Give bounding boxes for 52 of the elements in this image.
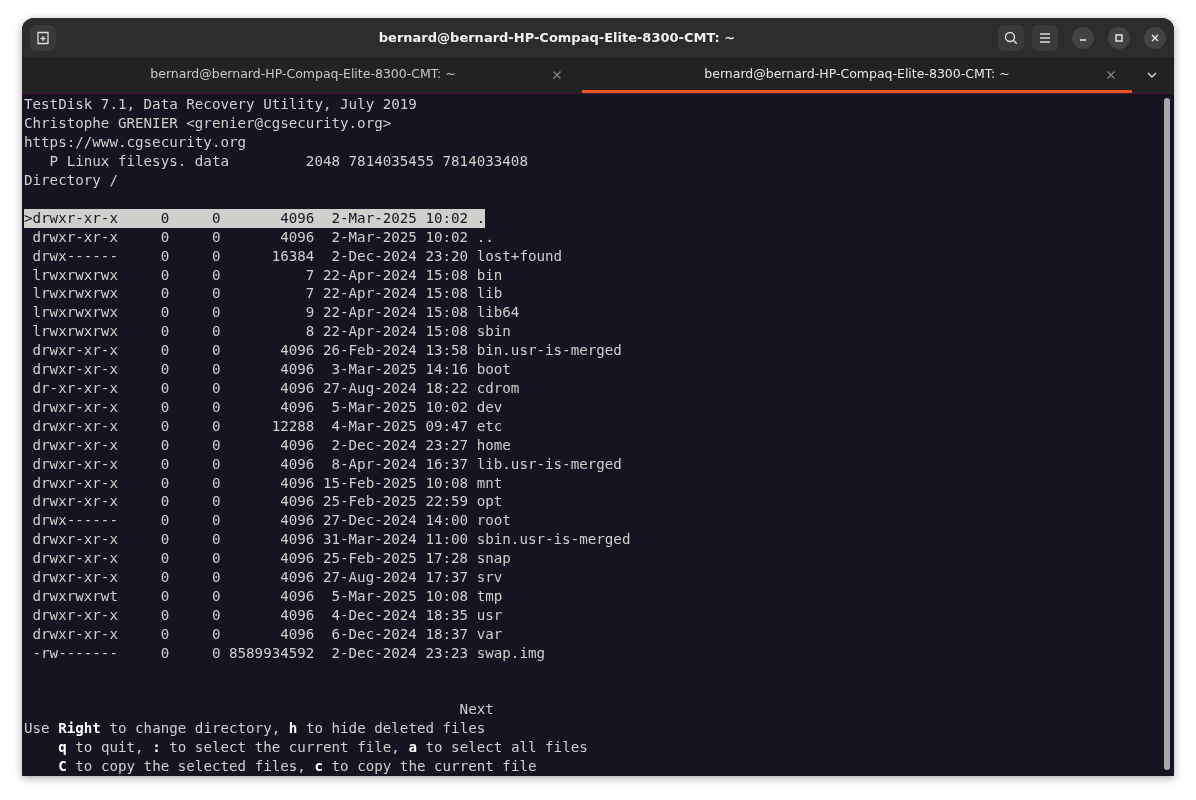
file-row[interactable]: drwx------ 0 0 16384 2-Dec-2024 23:20 lost+found — [24, 246, 563, 266]
next-link[interactable]: Next — [459, 700, 494, 720]
close-tab-icon[interactable] — [552, 70, 562, 81]
minimize-button[interactable] — [1072, 26, 1094, 49]
file-row[interactable]: drwxr-xr-x 0 0 4096 26-Feb-2024 13:58 bin.usr-is-merged — [24, 341, 622, 361]
file-row[interactable]: lrwxrwxrwx 0 0 8 22-Apr-2024 15:08 sbin — [24, 322, 511, 342]
file-row[interactable]: drwxr-xr-x 0 0 4096 31-Mar-2024 11:00 sbin.usr-is-merged — [24, 530, 631, 550]
maximize-icon — [1114, 32, 1124, 43]
help-line: Use Right to change directory, h to hide deleted files — [24, 719, 486, 739]
close-button[interactable] — [1144, 26, 1166, 49]
terminal-line: TestDisk 7.1, Data Recovery Utility, July 2019 — [24, 95, 417, 115]
terminal-line: Christophe GRENIER <grenier@cgsecurity.org> — [24, 114, 392, 134]
window-title: bernard@bernard-HP-Compaq-Elite-8300-CMT: ~ — [377, 30, 737, 46]
file-row[interactable]: dr-xr-xr-x 0 0 4096 27-Aug-2024 18:22 cdrom — [24, 379, 520, 398]
chevron-down-icon — [1146, 71, 1158, 80]
file-row[interactable]: drwxr-xr-x 0 0 4096 3-Mar-2025 14:16 boot — [24, 360, 511, 379]
file-row[interactable]: drwx------ 0 0 4096 27-Dec-2024 14:00 root — [24, 511, 511, 531]
file-row[interactable]: lrwxrwxrwx 0 0 7 22-Apr-2024 15:08 lib — [24, 284, 503, 304]
new-tab-button[interactable] — [30, 24, 56, 51]
help-line: C to copy the selected files, c to copy the current file — [57, 757, 537, 776]
terminal-line: https://www.cgsecurity.org — [24, 133, 247, 153]
file-row[interactable]: lrwxrwxrwx 0 0 9 22-Apr-2024 15:08 lib64 — [24, 303, 520, 323]
file-row[interactable]: drwxrwxrwt 0 0 4096 5-Mar-2025 10:08 tmp — [24, 586, 503, 606]
file-row[interactable]: drwxr-xr-x 0 0 4096 5-Mar-2025 10:02 dev — [24, 397, 503, 417]
file-row[interactable]: lrwxrwxrwx 0 0 7 22-Apr-2024 15:08 bin — [24, 265, 503, 285]
menu-button[interactable] — [1032, 24, 1058, 51]
file-row[interactable]: drwxr-xr-x 0 0 4096 25-Feb-2025 22:59 opt — [24, 492, 503, 512]
help-line: q to quit, : to select the current file, a to select all files — [57, 738, 588, 758]
maximize-button[interactable] — [1108, 26, 1130, 49]
search-button[interactable] — [998, 24, 1024, 51]
file-row[interactable]: drwxr-xr-x 0 0 4096 4-Dec-2024 18:35 usr — [24, 605, 503, 625]
close-icon — [1150, 32, 1160, 43]
file-row[interactable]: drwxr-xr-x 0 0 4096 27-Aug-2024 17:37 srv — [24, 568, 503, 587]
file-row[interactable]: >drwxr-xr-x 0 0 4096 2-Mar-2025 10:02 . — [24, 208, 486, 228]
file-row[interactable]: drwxr-xr-x 0 0 12288 4-Mar-2025 09:47 etc — [24, 416, 503, 436]
file-row[interactable]: drwxr-xr-x 0 0 4096 2-Dec-2024 23:27 home — [24, 435, 511, 455]
menu-icon — [1038, 31, 1052, 44]
tab[interactable]: bernard@bernard-HP-Compaq-Elite-8300-CMT: ~ — [28, 57, 578, 94]
file-row[interactable]: drwxr-xr-x 0 0 4096 25-Feb-2025 17:28 snap — [24, 549, 511, 569]
minimize-icon — [1079, 38, 1087, 41]
file-row[interactable]: drwxr-xr-x 0 0 4096 15-Feb-2025 10:08 mnt — [24, 473, 503, 493]
file-row[interactable]: drwxr-xr-x 0 0 4096 6-Dec-2024 18:37 var — [24, 624, 503, 644]
file-row[interactable]: drwxr-xr-x 0 0 4096 8-Apr-2024 16:37 lib.usr-is-merged — [24, 454, 622, 474]
terminal-line: Directory / — [24, 171, 118, 190]
search-icon — [1003, 29, 1019, 46]
file-row[interactable]: -rw------- 0 0 8589934592 2-Dec-2024 23:23 swap.img — [24, 643, 546, 663]
close-tab-icon[interactable] — [1106, 70, 1116, 81]
scroll-bar[interactable] — [1164, 98, 1170, 770]
new-tab-icon — [35, 29, 51, 46]
file-row[interactable]: drwxr-xr-x 0 0 4096 2-Mar-2025 10:02 .. — [24, 227, 494, 247]
tab[interactable]: bernard@bernard-HP-Compaq-Elite-8300-CMT: ~ — [582, 57, 1132, 94]
terminal-line: P Linux filesys. data 2048 7814035455 7814033408 — [48, 152, 528, 172]
